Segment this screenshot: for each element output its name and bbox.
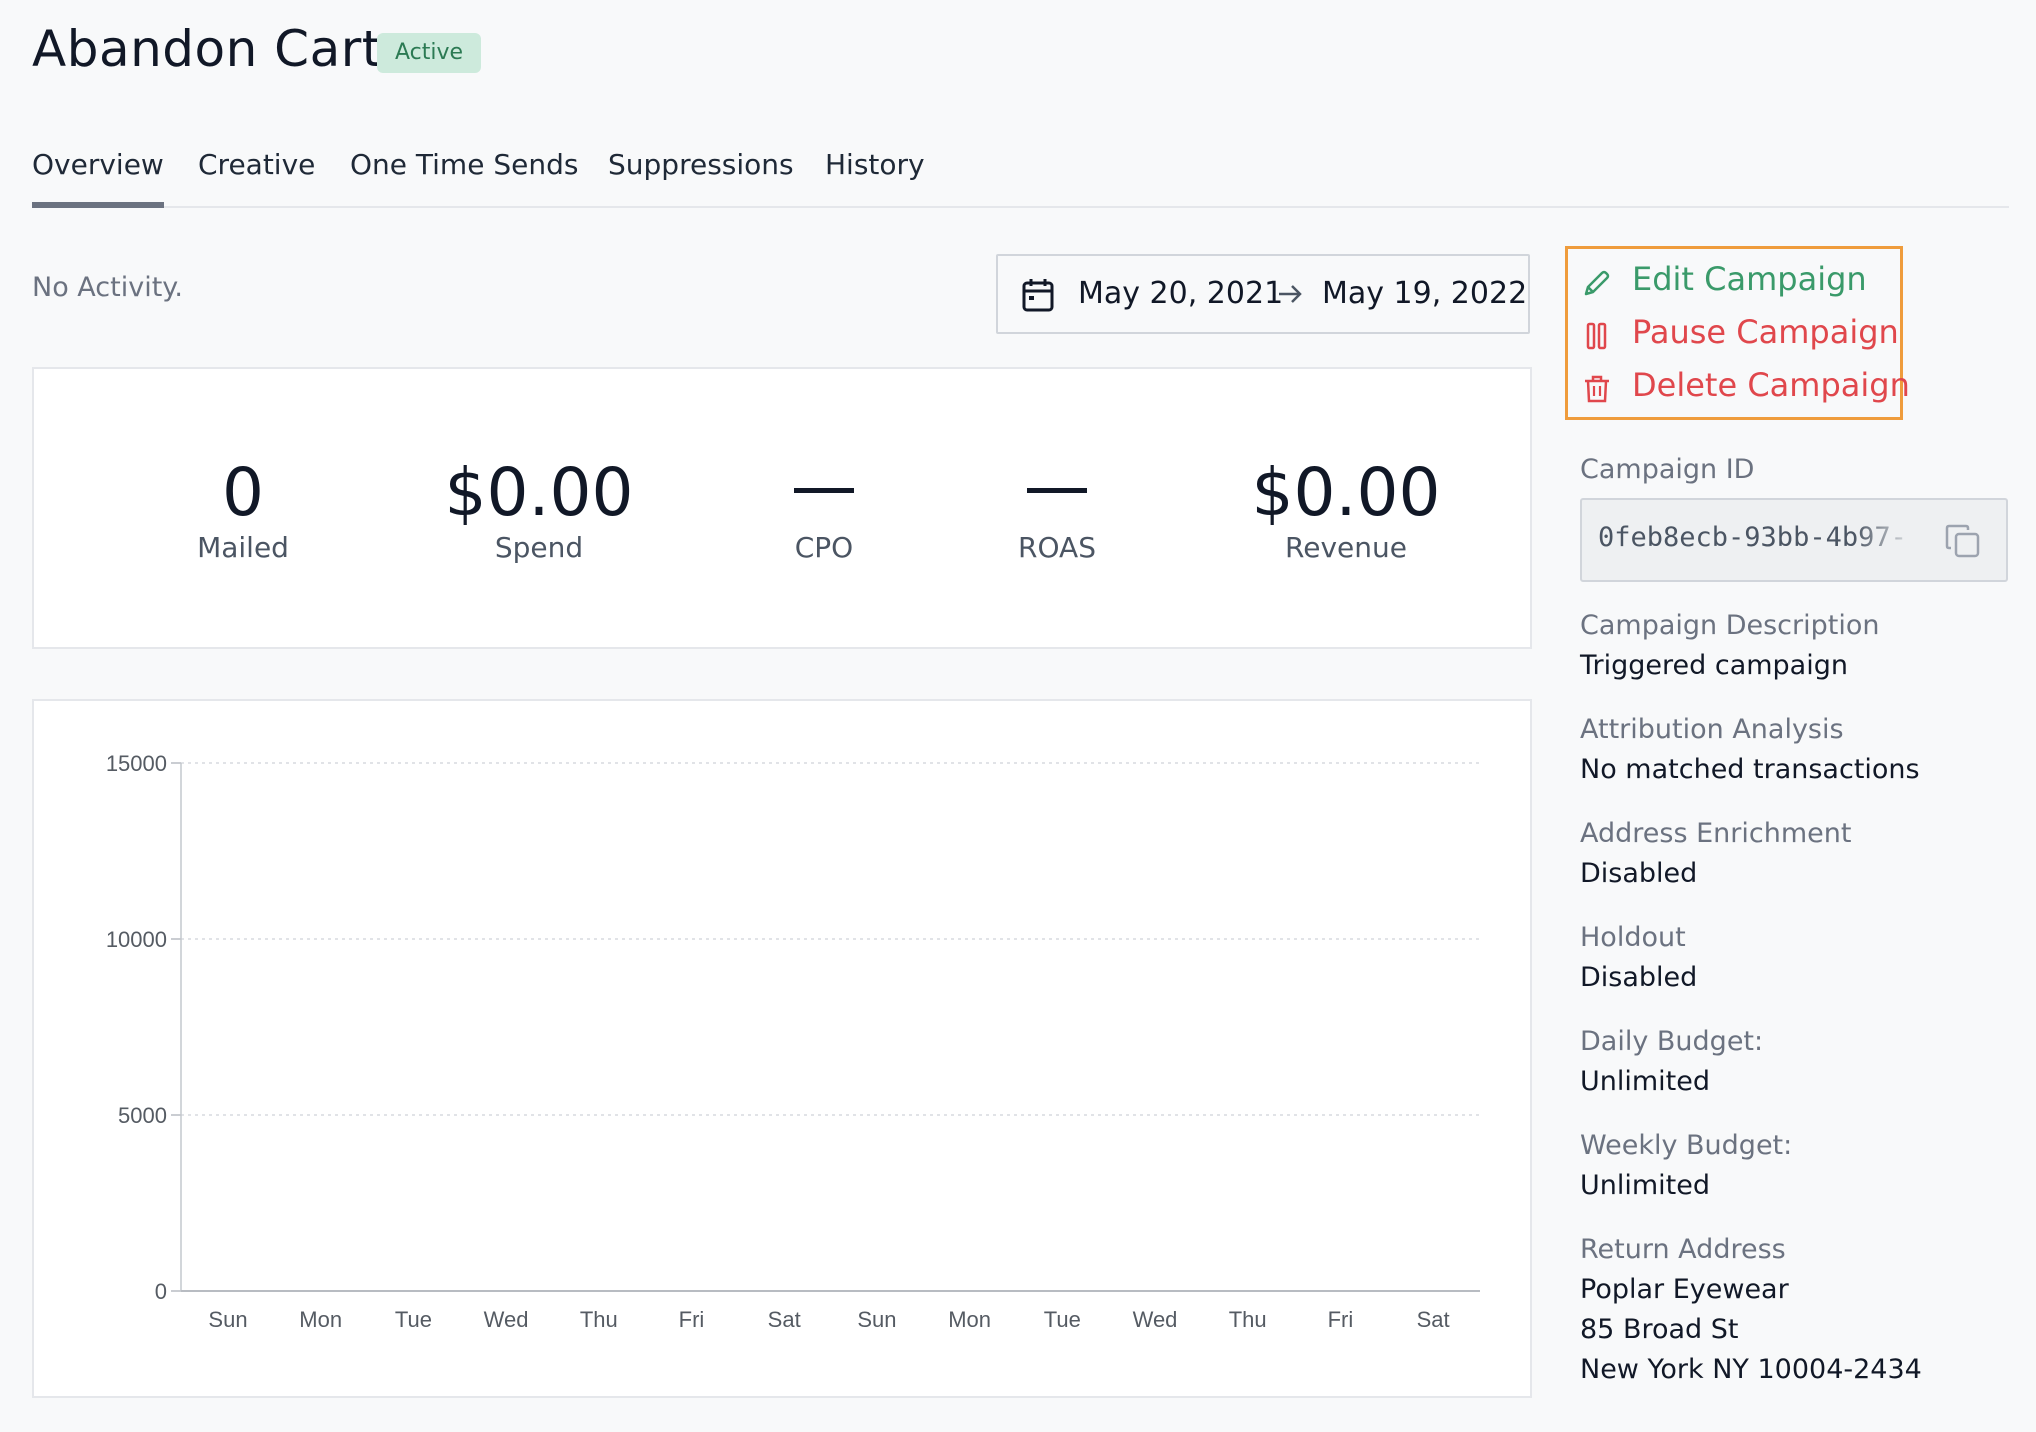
- x-tick-label: Mon: [948, 1307, 991, 1332]
- tab-creative[interactable]: Creative: [198, 140, 315, 206]
- stat-label: ROAS: [1018, 531, 1096, 564]
- x-tick-label: Wed: [484, 1307, 529, 1332]
- stats-summary-card: 0 Mailed $0.00 Spend CPO ROAS $0.00 Reve…: [32, 367, 1532, 649]
- activity-chart: 0 5000 10000 15000 Sun Mon Tue Wed Thu Fri Sat Sun M…: [106, 751, 1480, 1332]
- pause-campaign-label: Pause Campaign: [1632, 313, 1899, 351]
- date-range-start: May 20, 2021: [1078, 276, 1284, 311]
- y-tick-label: 5000: [118, 1103, 167, 1128]
- page-title: Abandon Cart: [32, 20, 382, 78]
- x-tick-label: Tue: [1044, 1307, 1081, 1332]
- description-label: Campaign Description: [1580, 610, 1880, 641]
- x-tick-label: Sat: [768, 1307, 801, 1332]
- stat-label: Revenue: [1285, 531, 1407, 564]
- daily-budget-label: Daily Budget:: [1580, 1026, 1764, 1057]
- return-address-label: Return Address: [1580, 1234, 1786, 1265]
- date-range-picker[interactable]: May 20, 2021 May 19, 2022: [996, 254, 1530, 334]
- tab-overview[interactable]: Overview: [32, 140, 164, 208]
- attribution-value: No matched transactions: [1580, 754, 1920, 785]
- calendar-icon: [1022, 278, 1054, 316]
- stat-label: Spend: [494, 531, 584, 564]
- tab-one-time-sends[interactable]: One Time Sends: [350, 140, 578, 206]
- campaign-id-field: 0feb8ecb-93bb-4b97-: [1580, 498, 2008, 582]
- stat-value: $0.00: [1251, 454, 1441, 531]
- stat-value-dash: [1027, 488, 1087, 493]
- campaign-id-value: 0feb8ecb-93bb-4b97-: [1598, 522, 1907, 553]
- copy-icon[interactable]: [1944, 522, 1982, 564]
- return-address-line: 85 Broad St: [1580, 1314, 1739, 1345]
- edit-campaign-label: Edit Campaign: [1632, 260, 1867, 298]
- x-tick-label: Tue: [395, 1307, 432, 1332]
- edit-campaign-button[interactable]: Edit Campaign: [1582, 257, 1892, 301]
- x-tick-label: Thu: [1229, 1307, 1267, 1332]
- enrichment-label: Address Enrichment: [1580, 818, 1852, 849]
- x-tick-label: Sun: [857, 1307, 896, 1332]
- trash-icon: [1582, 371, 1612, 415]
- arrow-right-icon: [1276, 280, 1304, 312]
- daily-budget-value: Unlimited: [1580, 1066, 1711, 1097]
- tab-bar: Overview Creative One Time Sends Suppres…: [32, 140, 2009, 208]
- pause-campaign-button[interactable]: Pause Campaign: [1582, 310, 1899, 354]
- enrichment-value: Disabled: [1580, 858, 1698, 889]
- stat-value: 0: [222, 454, 264, 531]
- x-tick-label: Sat: [1417, 1307, 1450, 1332]
- weekly-budget-value: Unlimited: [1580, 1170, 1711, 1201]
- x-tick-label: Mon: [299, 1307, 342, 1332]
- pause-icon: [1582, 318, 1612, 362]
- x-tick-label: Thu: [580, 1307, 618, 1332]
- attribution-label: Attribution Analysis: [1580, 714, 1844, 745]
- x-tick-label: Sun: [208, 1307, 247, 1332]
- campaign-id-label: Campaign ID: [1580, 454, 1755, 485]
- activity-status: No Activity.: [32, 272, 184, 303]
- holdout-value: Disabled: [1580, 962, 1698, 993]
- pencil-icon: [1582, 265, 1612, 309]
- activity-chart-card: 0 5000 10000 15000 Sun Mon Tue Wed Thu Fri Sat Sun M…: [32, 699, 1532, 1398]
- x-tick-label: Wed: [1133, 1307, 1178, 1332]
- description-value: Triggered campaign: [1580, 650, 1848, 681]
- y-tick-label: 0: [155, 1279, 167, 1304]
- y-tick-label: 15000: [106, 751, 167, 776]
- weekly-budget-label: Weekly Budget:: [1580, 1130, 1793, 1161]
- delete-campaign-button[interactable]: Delete Campaign: [1582, 363, 1910, 407]
- holdout-label: Holdout: [1580, 922, 1686, 953]
- return-address-line: Poplar Eyewear: [1580, 1274, 1789, 1305]
- tab-suppressions[interactable]: Suppressions: [608, 140, 794, 206]
- tab-history[interactable]: History: [825, 140, 925, 206]
- stat-value: $0.00: [444, 454, 634, 531]
- y-tick-label: 10000: [106, 927, 167, 952]
- delete-campaign-label: Delete Campaign: [1632, 366, 1910, 404]
- x-tick-label: Fri: [679, 1307, 705, 1332]
- x-tick-label: Fri: [1328, 1307, 1354, 1332]
- campaign-actions: Edit Campaign Pause Campaign Delete Camp…: [1565, 246, 1910, 420]
- stat-value-dash: [794, 488, 854, 493]
- status-badge: Active: [377, 33, 482, 73]
- stat-label: Mailed: [197, 531, 289, 564]
- return-address-line: New York NY 10004-2434: [1580, 1354, 1922, 1385]
- date-range-end: May 19, 2022: [1322, 276, 1528, 311]
